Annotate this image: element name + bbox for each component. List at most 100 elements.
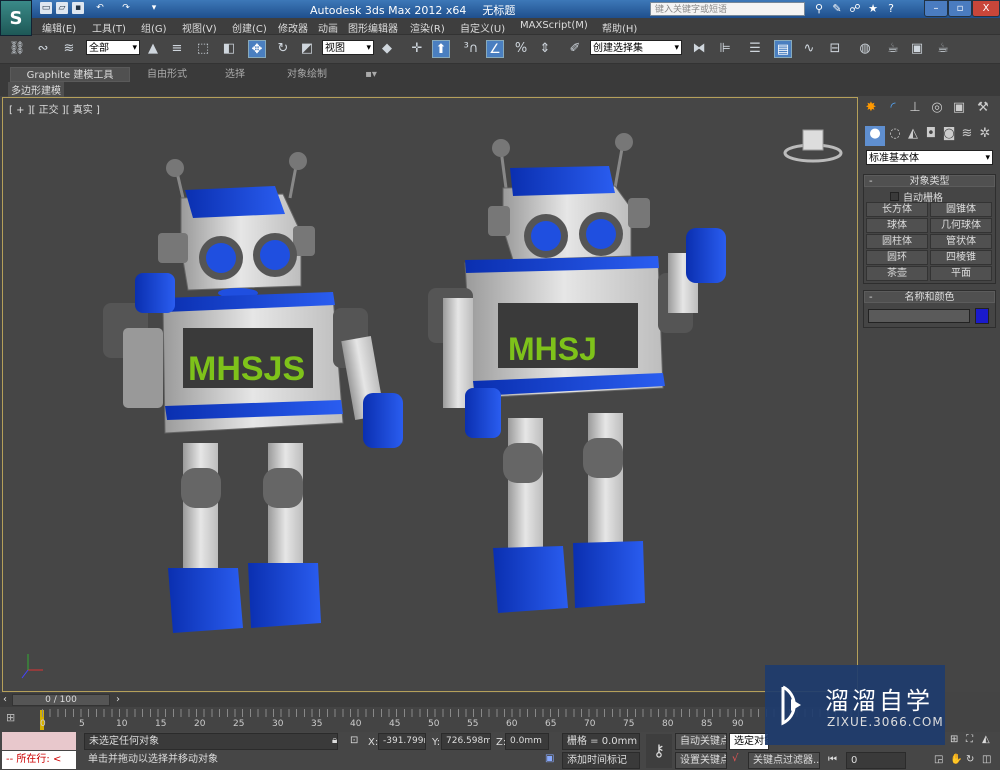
tab-graphite-modeling[interactable]: Graphite 建模工具 [10, 67, 130, 82]
cameras-icon[interactable]: ◘ [921, 126, 941, 146]
set-key-icon[interactable]: ⚷ [646, 734, 672, 768]
zoom-extents-icon[interactable]: ⊞ [950, 734, 958, 745]
maximize-viewport-icon[interactable]: ◫ [982, 754, 991, 765]
go-to-start-icon[interactable]: ⏮ [828, 754, 837, 765]
percent-snap-icon[interactable]: % [512, 40, 530, 58]
rendered-frame-window-icon[interactable]: ▣ [908, 40, 926, 58]
zoom-region-icon[interactable]: ◲ [934, 754, 943, 765]
menu-edit[interactable]: 编辑(E) [42, 20, 76, 35]
redo-icon[interactable]: ↷ [120, 2, 132, 14]
modify-tab-icon[interactable]: ◜ [883, 100, 903, 120]
auto-key-button[interactable]: 自动关键点 [675, 733, 727, 750]
schematic-view-icon[interactable]: ⊟ [826, 40, 844, 58]
window-crossing-icon[interactable]: ◧ [220, 40, 238, 58]
geosphere-button[interactable]: 几何球体 [930, 218, 992, 233]
quick-access-dropdown-icon[interactable]: ▾ [148, 2, 160, 14]
tab-freeform[interactable]: 自由形式 [136, 67, 198, 82]
select-rotate-icon[interactable]: ↻ [274, 40, 292, 58]
tube-button[interactable]: 管状体 [930, 234, 992, 249]
orbit-icon[interactable]: ↻ [966, 754, 974, 765]
align-icon[interactable]: ⊫ [716, 40, 734, 58]
binoculars-icon[interactable]: ⚲ [812, 2, 826, 16]
box-button[interactable]: 长方体 [866, 202, 928, 217]
communication-icon[interactable]: ☍ [848, 2, 862, 16]
object-name-input[interactable] [868, 309, 970, 323]
menu-modifiers[interactable]: 修改器 [278, 20, 308, 35]
menu-customize[interactable]: 自定义(U) [460, 20, 505, 35]
link-icon[interactable]: ⛓ [8, 40, 26, 58]
torus-button[interactable]: 圆环 [866, 250, 928, 265]
hierarchy-tab-icon[interactable]: ⊥ [905, 100, 925, 120]
menu-views[interactable]: 视图(V) [182, 20, 217, 35]
display-tab-icon[interactable]: ▣ [949, 100, 969, 120]
lights-icon[interactable]: ◭ [903, 126, 923, 146]
systems-icon[interactable]: ✲ [975, 126, 995, 146]
minimize-button[interactable]: – [924, 0, 948, 17]
object-color-swatch[interactable] [975, 308, 989, 324]
select-move-icon[interactable]: ✥ [248, 40, 266, 58]
maximize-button[interactable]: ▫ [948, 0, 972, 17]
cylinder-button[interactable]: 圆柱体 [866, 234, 928, 249]
keyboard-shortcut-override-icon[interactable]: ⬆ [432, 40, 450, 58]
manipulate-icon[interactable]: ✛ [408, 40, 426, 58]
menu-maxscript[interactable]: MAXScript(M) [520, 20, 588, 31]
save-icon[interactable]: ▪ [72, 2, 84, 14]
unlink-icon[interactable]: ∾ [34, 40, 52, 58]
field-of-view-icon[interactable]: ◭ [982, 734, 990, 745]
time-slider[interactable]: ‹ 0 / 100 › [0, 693, 860, 707]
tab-selection[interactable]: 选择 [210, 67, 260, 82]
graphite-toggle-icon[interactable]: ▤ [774, 40, 792, 58]
pyramid-button[interactable]: 四棱锥 [930, 250, 992, 265]
viewcube[interactable] [783, 129, 843, 163]
menu-create[interactable]: 创建(C) [232, 20, 267, 35]
menu-animation[interactable]: 动画 [318, 20, 338, 35]
angle-snap-icon[interactable]: ∠ [486, 40, 504, 58]
helpers-icon[interactable]: ◙ [939, 126, 959, 146]
shapes-icon[interactable]: ◌ [885, 126, 905, 146]
named-selection-dropdown[interactable]: 创建选择集 [590, 40, 682, 56]
pivot-center-icon[interactable]: ◆ [378, 40, 396, 58]
tab-object-paint[interactable]: 对象绘制 [276, 67, 338, 82]
polygon-modeling-panel[interactable]: 多边形建模 [8, 82, 64, 97]
sphere-button[interactable]: 球体 [866, 218, 928, 233]
z-coordinate-field[interactable]: 0.0mm [505, 733, 549, 750]
edit-named-selection-icon[interactable]: ✐ [566, 40, 584, 58]
menu-rendering[interactable]: 渲染(R) [410, 20, 445, 35]
select-by-name-icon[interactable]: ≡ [168, 40, 186, 58]
open-file-icon[interactable]: ▱ [56, 2, 68, 14]
favorites-icon[interactable]: ★ [866, 2, 880, 16]
lock-selection-icon[interactable]: 🔒︎ [332, 735, 337, 746]
cone-button[interactable]: 圆锥体 [930, 202, 992, 217]
new-file-icon[interactable]: ▭ [40, 2, 52, 14]
time-tag-icon[interactable]: ▣ [545, 753, 554, 764]
add-time-tag-button[interactable]: 添加时间标记 [562, 752, 640, 769]
geometry-icon[interactable]: ● [865, 126, 885, 146]
layer-manager-icon[interactable]: ☰ [746, 40, 764, 58]
search-input[interactable]: 键入关键字或短语 [650, 2, 805, 16]
name-color-header[interactable]: - 名称和颜色 [864, 291, 995, 303]
select-scale-icon[interactable]: ◩ [298, 40, 316, 58]
close-button[interactable]: X [972, 0, 1000, 17]
category-dropdown[interactable]: 标准基本体 [866, 150, 993, 166]
y-coordinate-field[interactable]: 726.598mm [441, 733, 491, 750]
key-mode-dropdown[interactable]: 选定对象 [729, 733, 769, 750]
robot-left[interactable]: MHSJS [103, 152, 403, 633]
select-object-icon[interactable]: ▲ [144, 40, 162, 58]
robot-right[interactable]: MHSJ [428, 133, 726, 613]
absolute-mode-icon[interactable]: ⊡ [350, 735, 358, 746]
motion-tab-icon[interactable]: ◎ [927, 100, 947, 120]
rect-selection-icon[interactable]: ⬚ [194, 40, 212, 58]
x-coordinate-field[interactable]: -391.799m [378, 733, 426, 750]
utilities-tab-icon[interactable]: ⚒ [973, 100, 993, 120]
render-setup-icon[interactable]: ☕ [884, 40, 902, 58]
ribbon-options-icon[interactable]: ▪▾ [358, 67, 384, 82]
maxscript-listener[interactable] [2, 732, 76, 750]
create-tab-icon[interactable]: ✸ [861, 100, 881, 120]
prev-frame-icon[interactable]: ‹ [3, 694, 7, 705]
undo-icon[interactable]: ↶ [94, 2, 106, 14]
selection-filter-dropdown[interactable]: 全部 [86, 40, 140, 56]
menu-graph-editors[interactable]: 图形编辑器 [348, 20, 398, 35]
current-frame-field[interactable]: 0 [846, 752, 906, 769]
maxscript-line[interactable]: -- 所在行: < [2, 751, 76, 769]
snaps-toggle-icon[interactable]: ³∩ [462, 40, 480, 58]
